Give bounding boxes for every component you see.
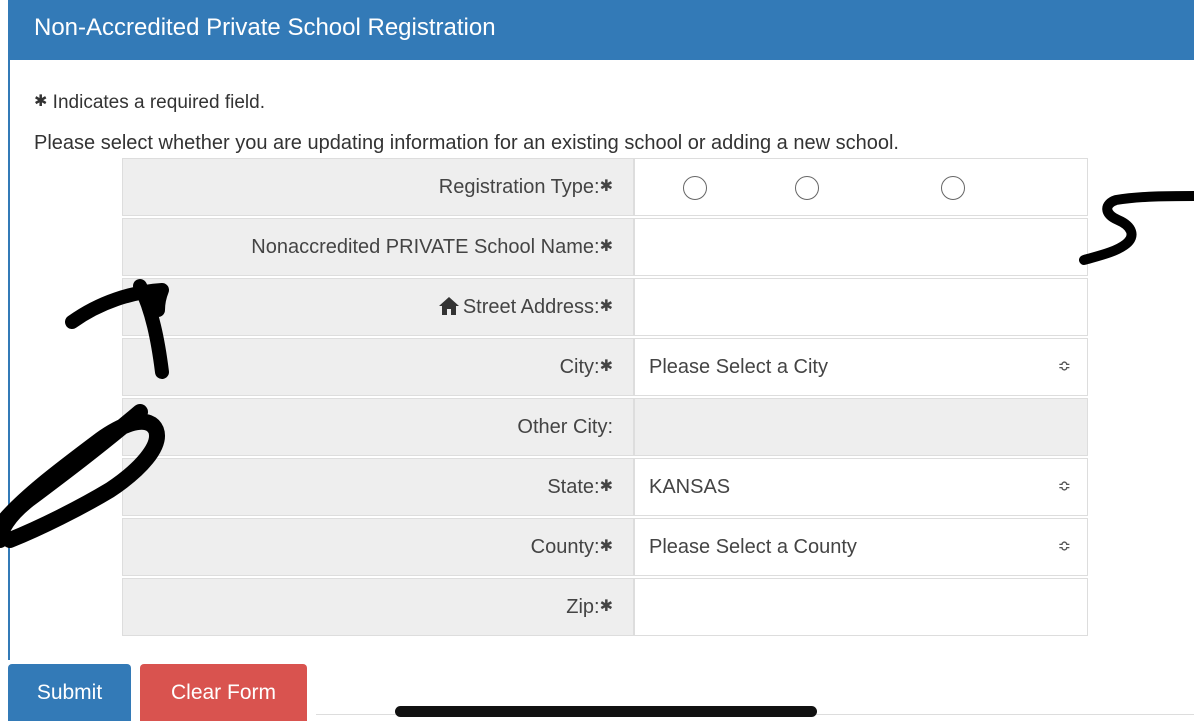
state-select-value: KANSAS — [649, 476, 731, 498]
row-school-name: Nonaccredited PRIVATE School Name:✱ — [122, 218, 1088, 278]
row-registration-type: Registration Type:✱ — [122, 158, 1088, 218]
zip-label: Zip:✱ — [122, 578, 634, 636]
panel-border — [8, 60, 10, 660]
required-star-icon: ✱ — [599, 358, 613, 375]
state-select[interactable]: KANSAS ≎ — [634, 458, 1088, 516]
required-star-icon: ✱ — [599, 598, 613, 615]
required-star-icon: ✱ — [599, 178, 613, 195]
required-note-text: Indicates a required field. — [47, 92, 265, 113]
registration-type-radio-2[interactable] — [795, 176, 819, 200]
required-star-icon: ✱ — [599, 238, 613, 255]
up-down-chevron-icon: ≎ — [1057, 358, 1071, 375]
registration-type-radio-1[interactable] — [683, 176, 707, 200]
page-title: Non-Accredited Private School Registrati… — [34, 14, 496, 41]
submit-button[interactable]: Submit — [8, 664, 131, 721]
up-down-chevron-icon: ≎ — [1057, 478, 1071, 495]
county-select[interactable]: Please Select a County ≎ — [634, 518, 1088, 576]
instructions-text: Please select whether you are updating i… — [34, 132, 899, 154]
registration-type-options — [634, 158, 1088, 216]
other-city-label: Other City: — [122, 398, 634, 456]
registration-type-label: Registration Type:✱ — [122, 158, 634, 216]
street-address-input[interactable] — [634, 278, 1088, 336]
row-city: City:✱ Please Select a City ≎ — [122, 338, 1088, 398]
row-zip: Zip:✱ — [122, 578, 1088, 638]
state-label: State:✱ — [122, 458, 634, 516]
form-header: Non-Accredited Private School Registrati… — [8, 0, 1194, 60]
county-label: County:✱ — [122, 518, 634, 576]
home-indicator — [395, 706, 817, 717]
required-star-icon: ✱ — [599, 538, 613, 555]
row-county: County:✱ Please Select a County ≎ — [122, 518, 1088, 578]
row-street-address: Street Address:✱ — [122, 278, 1088, 338]
county-select-value: Please Select a County — [649, 536, 857, 558]
registration-type-radio-3[interactable] — [941, 176, 965, 200]
other-city-input[interactable] — [634, 398, 1088, 456]
zip-input[interactable] — [634, 578, 1088, 636]
required-star-icon: ✱ — [599, 298, 613, 315]
city-select[interactable]: Please Select a City ≎ — [634, 338, 1088, 396]
street-address-label: Street Address:✱ — [122, 278, 634, 336]
city-select-value: Please Select a City — [649, 356, 828, 378]
school-name-input[interactable] — [634, 218, 1088, 276]
row-state: State:✱ KANSAS ≎ — [122, 458, 1088, 518]
row-other-city: Other City: — [122, 398, 1088, 458]
page: Non-Accredited Private School Registrati… — [0, 0, 1194, 721]
school-name-label: Nonaccredited PRIVATE School Name:✱ — [122, 218, 634, 276]
home-icon — [438, 297, 459, 315]
up-down-chevron-icon: ≎ — [1057, 538, 1071, 555]
clear-form-button[interactable]: Clear Form — [140, 664, 307, 721]
city-label: City:✱ — [122, 338, 634, 396]
handwritten-five — [1079, 191, 1194, 265]
required-field-note: ✱ Indicates a required field. — [34, 90, 265, 115]
required-star-icon: ✱ — [34, 93, 48, 110]
required-star-icon: ✱ — [599, 478, 613, 495]
